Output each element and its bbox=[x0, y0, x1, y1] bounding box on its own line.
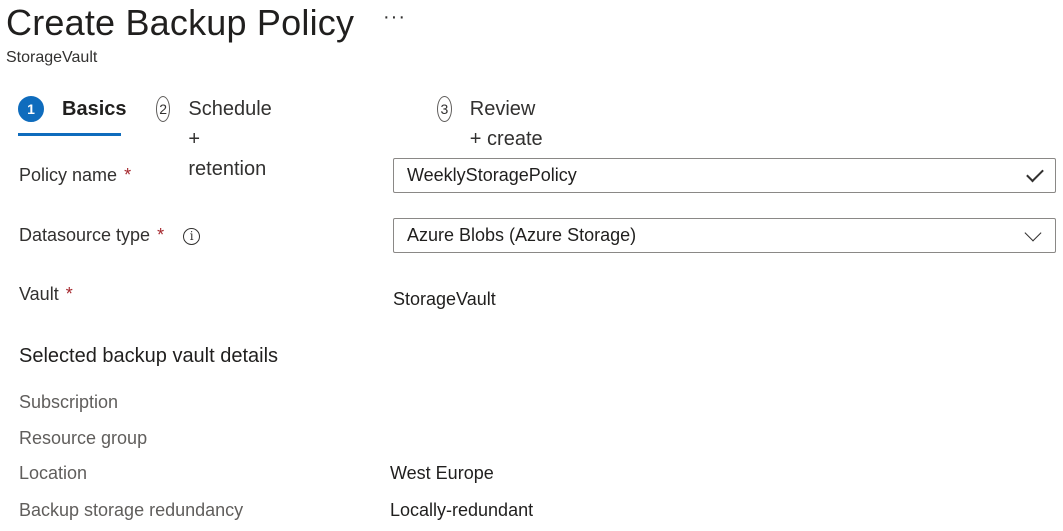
vault-value: StorageVault bbox=[393, 289, 496, 309]
location-value: West Europe bbox=[390, 463, 494, 483]
active-tab-indicator bbox=[18, 133, 121, 136]
step-number-badge: 1 bbox=[18, 96, 44, 122]
vault-label-text: Vault bbox=[19, 284, 59, 304]
vault-label: Vault * bbox=[19, 284, 73, 305]
tab-schedule-retention[interactable]: 2 Schedule + retention bbox=[156, 96, 283, 180]
resource-group-label: Resource group bbox=[19, 428, 148, 448]
required-marker: * bbox=[124, 165, 132, 185]
datasource-type-dropdown[interactable]: Azure Blobs (Azure Storage) bbox=[393, 218, 1056, 253]
step-number-badge: 3 bbox=[437, 96, 452, 122]
vault-details-heading: Selected backup vault details bbox=[19, 345, 279, 367]
step-label: Review + create bbox=[469, 98, 543, 150]
tab-basics[interactable]: 1 Basics bbox=[18, 96, 127, 136]
page-title: Create Backup Policy bbox=[6, 2, 355, 43]
checkmark-icon bbox=[1026, 164, 1044, 183]
storage-redundancy-label: Backup storage redundancy bbox=[19, 500, 244, 520]
tab-review-create[interactable]: 3 Review + create bbox=[437, 96, 547, 150]
storage-redundancy-value: Locally-redundant bbox=[390, 500, 534, 520]
required-marker: * bbox=[157, 225, 165, 245]
subscription-label: Subscription bbox=[19, 392, 119, 412]
chevron-down-icon bbox=[1024, 224, 1042, 241]
more-options-icon[interactable]: ··· bbox=[383, 6, 406, 29]
step-number-badge: 2 bbox=[156, 96, 171, 122]
policy-name-value: WeeklyStoragePolicy bbox=[407, 165, 577, 185]
required-marker: * bbox=[65, 284, 73, 304]
step-label: Schedule + retention bbox=[188, 98, 272, 180]
info-icon[interactable]: i bbox=[183, 228, 201, 245]
policy-name-label-text: Policy name bbox=[19, 165, 118, 185]
policy-name-label: Policy name * bbox=[19, 165, 131, 186]
step-label: Basics bbox=[62, 98, 127, 120]
datasource-type-label-text: Datasource type bbox=[19, 225, 151, 245]
policy-name-input[interactable]: WeeklyStoragePolicy bbox=[393, 158, 1056, 193]
location-label: Location bbox=[19, 463, 88, 483]
datasource-type-value: Azure Blobs (Azure Storage) bbox=[407, 225, 637, 245]
datasource-type-label: Datasource type * i bbox=[19, 225, 201, 246]
page-subtitle: StorageVault bbox=[6, 49, 98, 66]
